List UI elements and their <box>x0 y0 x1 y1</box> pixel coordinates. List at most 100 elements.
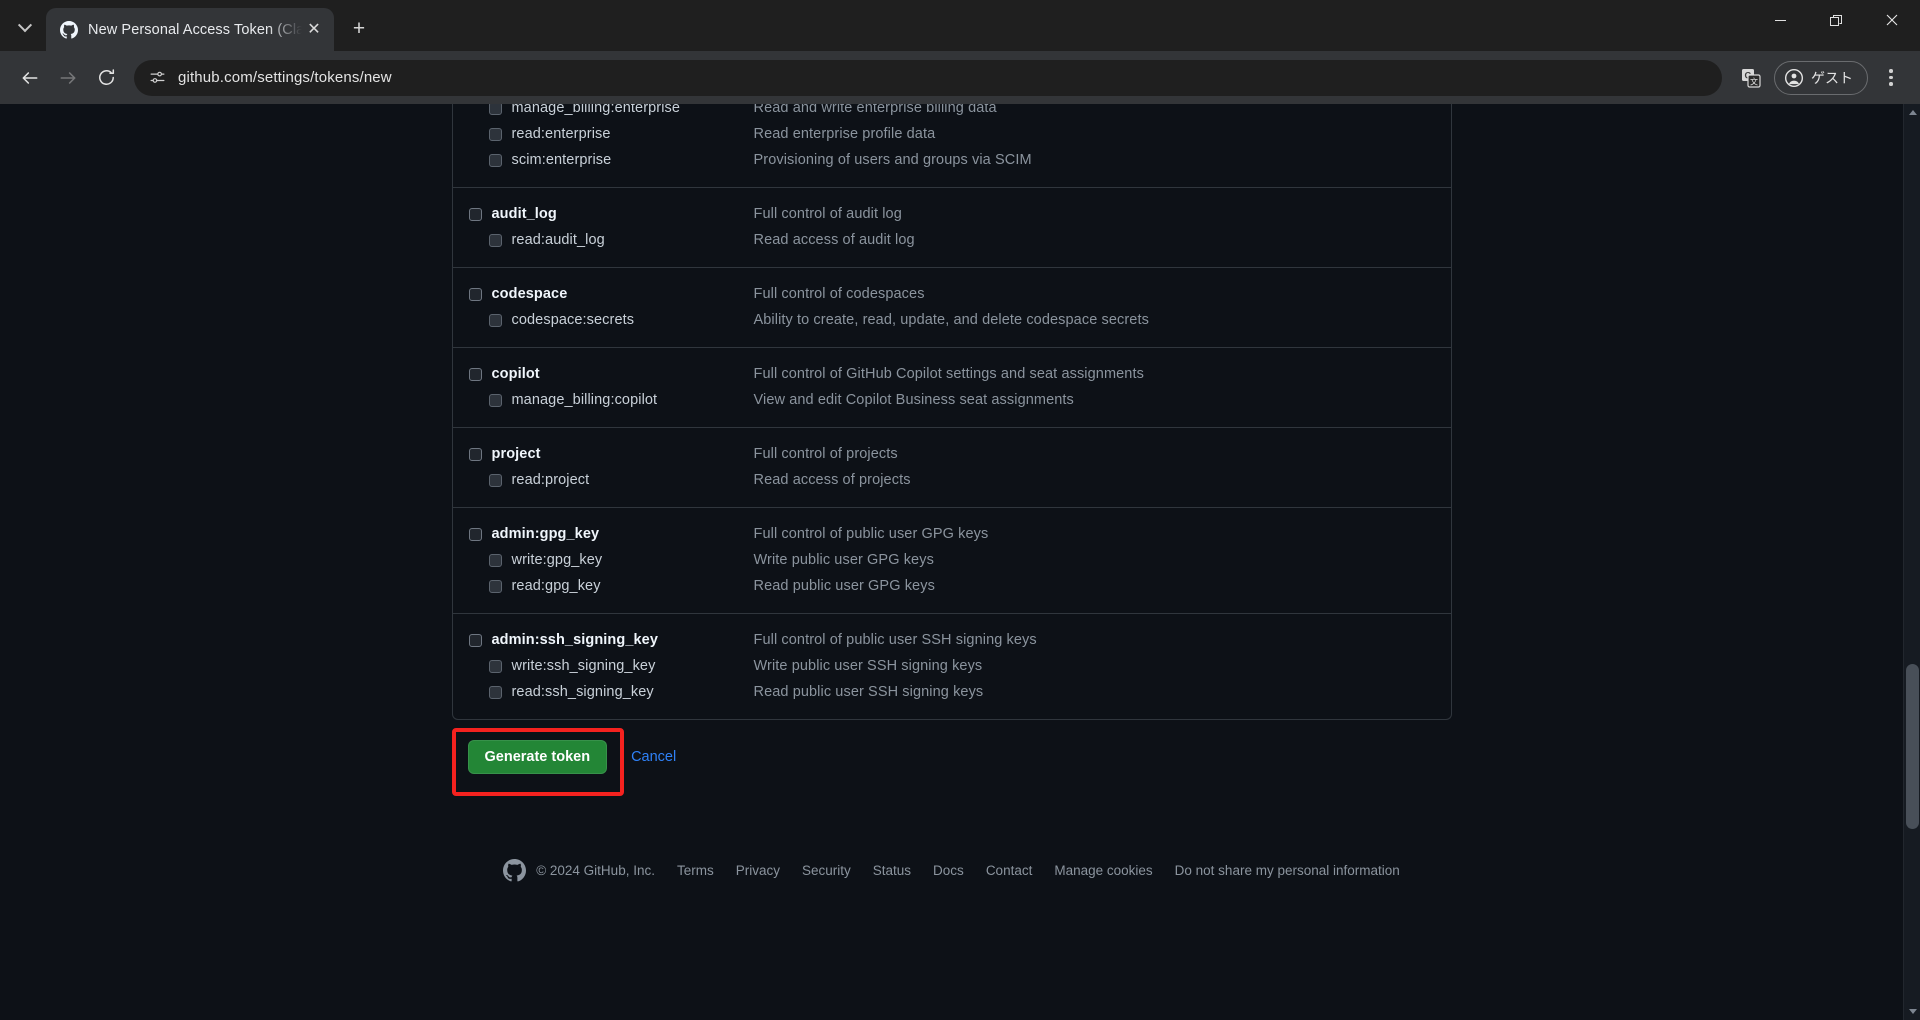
browser-window: New Personal Access Token (Cla ✕ + githu… <box>0 0 1920 1020</box>
scope-checkbox[interactable] <box>488 314 502 327</box>
forward-arrow-icon <box>60 71 76 84</box>
back-button[interactable] <box>12 60 48 96</box>
scope-checkbox[interactable] <box>468 448 482 461</box>
footer-link[interactable]: Manage cookies <box>1054 863 1152 878</box>
scope-row[interactable]: read:ssh_signing_key Read public user SSH… <box>453 680 1451 706</box>
restore-icon <box>1829 14 1842 26</box>
scope-checkbox[interactable] <box>488 394 502 407</box>
scope-name[interactable]: codespace:secrets <box>512 310 754 331</box>
scope-checkbox[interactable] <box>488 580 502 593</box>
new-tab-button[interactable]: + <box>342 12 376 46</box>
maximize-restore-button[interactable] <box>1808 0 1864 40</box>
scope-checkbox[interactable] <box>488 686 502 699</box>
forward-button[interactable] <box>50 60 86 96</box>
scrollbar-thumb[interactable] <box>1906 664 1919 829</box>
scope-name[interactable]: read:enterprise <box>512 124 754 145</box>
profile-guest-button[interactable]: ゲスト <box>1774 60 1868 95</box>
scope-row[interactable]: manage_billing:copilot View and edit Copi… <box>453 388 1451 414</box>
footer-link[interactable]: Privacy <box>736 863 780 878</box>
scope-name[interactable]: write:gpg_key <box>512 550 754 571</box>
address-bar[interactable]: github.com/settings/tokens/new <box>134 59 1722 96</box>
scope-name[interactable]: read:project <box>512 470 754 491</box>
generate-token-button[interactable]: Generate token <box>467 740 608 774</box>
scope-description: Provisioning of users and groups via SCI… <box>753 152 1032 168</box>
scope-row[interactable]: read:audit_log Read access of audit log <box>453 228 1451 254</box>
scope-name[interactable]: audit_log <box>492 204 754 225</box>
scope-row[interactable]: admin:gpg_key Full control of public user… <box>453 522 1451 548</box>
scope-name[interactable]: codespace <box>492 284 754 305</box>
scope-description: Full control of GitHub Copilot settings … <box>753 366 1144 382</box>
scope-name[interactable]: scim:enterprise <box>512 150 754 171</box>
window-controls <box>1752 0 1920 40</box>
vertical-scrollbar[interactable] <box>1903 104 1920 1020</box>
reload-button[interactable] <box>88 60 124 96</box>
scope-checkbox[interactable] <box>488 660 502 673</box>
scope-row[interactable]: read:gpg_key Read public user GPG keys <box>453 574 1451 600</box>
scope-name[interactable]: manage_billing:enterprise <box>512 104 754 119</box>
site-settings-icon[interactable] <box>144 65 170 91</box>
footer-link[interactable]: Do not share my personal information <box>1175 863 1400 878</box>
footer-link[interactable]: Security <box>802 863 851 878</box>
scopes-list: manage_billing:enterprise Read and write … <box>451 104 1452 720</box>
scope-row[interactable]: manage_billing:enterprise Read and write … <box>453 104 1451 122</box>
scroll-down-arrow[interactable] <box>1904 1003 1920 1020</box>
chrome-menu-button[interactable] <box>1874 61 1908 95</box>
scope-checkbox[interactable] <box>488 474 502 487</box>
scope-description: Read public user GPG keys <box>753 578 935 594</box>
scope-checkbox[interactable] <box>488 128 502 141</box>
footer-link[interactable]: Terms <box>677 863 714 878</box>
scope-checkbox[interactable] <box>488 104 502 115</box>
scope-description: Full control of public user SSH signing … <box>753 632 1037 648</box>
scope-checkbox[interactable] <box>488 154 502 167</box>
reload-icon <box>98 69 114 85</box>
browser-toolbar: github.com/settings/tokens/new G 文 ゲスト <box>0 51 1920 104</box>
translate-button[interactable]: G 文 <box>1734 61 1768 95</box>
scope-row[interactable]: copilot Full control of GitHub Copilot se… <box>453 362 1451 388</box>
scope-row[interactable]: admin:ssh_signing_key Full control of pub… <box>453 628 1451 654</box>
scope-name[interactable]: write:ssh_signing_key <box>512 656 754 677</box>
scope-name[interactable]: manage_billing:copilot <box>512 390 754 411</box>
chevron-down-icon <box>1908 1009 1917 1014</box>
scope-name[interactable]: admin:gpg_key <box>492 524 754 545</box>
scope-row[interactable]: codespace:secrets Ability to create, read… <box>453 308 1451 334</box>
scope-row[interactable]: codespace Full control of codespaces <box>453 282 1451 308</box>
scope-row[interactable]: audit_log Full control of audit log <box>453 202 1451 228</box>
close-icon <box>1886 14 1898 26</box>
browser-tab[interactable]: New Personal Access Token (Cla ✕ <box>46 8 334 51</box>
scroll-up-arrow[interactable] <box>1904 104 1920 121</box>
tab-search-button[interactable] <box>6 11 44 45</box>
cancel-link[interactable]: Cancel <box>631 749 676 765</box>
scope-checkbox[interactable] <box>468 288 482 301</box>
scope-row[interactable]: scim:enterprise Provisioning of users and… <box>453 148 1451 174</box>
scope-row[interactable]: write:ssh_signing_key Write public user S… <box>453 654 1451 680</box>
scope-checkbox[interactable] <box>488 554 502 567</box>
footer-link[interactable]: Contact <box>986 863 1033 878</box>
scope-checkbox[interactable] <box>488 234 502 247</box>
scope-description: Full control of codespaces <box>753 286 925 302</box>
footer-link[interactable]: Status <box>873 863 911 878</box>
footer-link[interactable]: Docs <box>933 863 964 878</box>
scope-name[interactable]: read:gpg_key <box>512 576 754 597</box>
scope-name[interactable]: copilot <box>492 364 754 385</box>
tab-title: New Personal Access Token (Cla <box>88 21 302 38</box>
scope-checkbox[interactable] <box>468 368 482 381</box>
back-arrow-icon <box>22 71 38 84</box>
scope-description: Read enterprise profile data <box>753 126 936 142</box>
scope-row[interactable]: read:enterprise Read enterprise profile d… <box>453 122 1451 148</box>
scope-row[interactable]: project Full control of projects <box>453 442 1451 468</box>
scope-checkbox[interactable] <box>468 528 482 541</box>
scope-description: Ability to create, read, update, and del… <box>753 312 1149 328</box>
scope-name[interactable]: project <box>492 444 754 465</box>
scope-description: Write public user SSH signing keys <box>753 658 983 674</box>
svg-text:文: 文 <box>1750 76 1758 86</box>
scope-row[interactable]: read:project Read access of projects <box>453 468 1451 494</box>
scope-row[interactable]: write:gpg_key Write public user GPG keys <box>453 548 1451 574</box>
close-icon[interactable]: ✕ <box>302 18 326 42</box>
scope-name[interactable]: read:ssh_signing_key <box>512 682 754 703</box>
close-window-button[interactable] <box>1864 0 1920 40</box>
minimize-button[interactable] <box>1752 0 1808 40</box>
scope-name[interactable]: read:audit_log <box>512 230 754 251</box>
scope-checkbox[interactable] <box>468 208 482 221</box>
scope-name[interactable]: admin:ssh_signing_key <box>492 630 754 651</box>
scope-checkbox[interactable] <box>468 634 482 647</box>
